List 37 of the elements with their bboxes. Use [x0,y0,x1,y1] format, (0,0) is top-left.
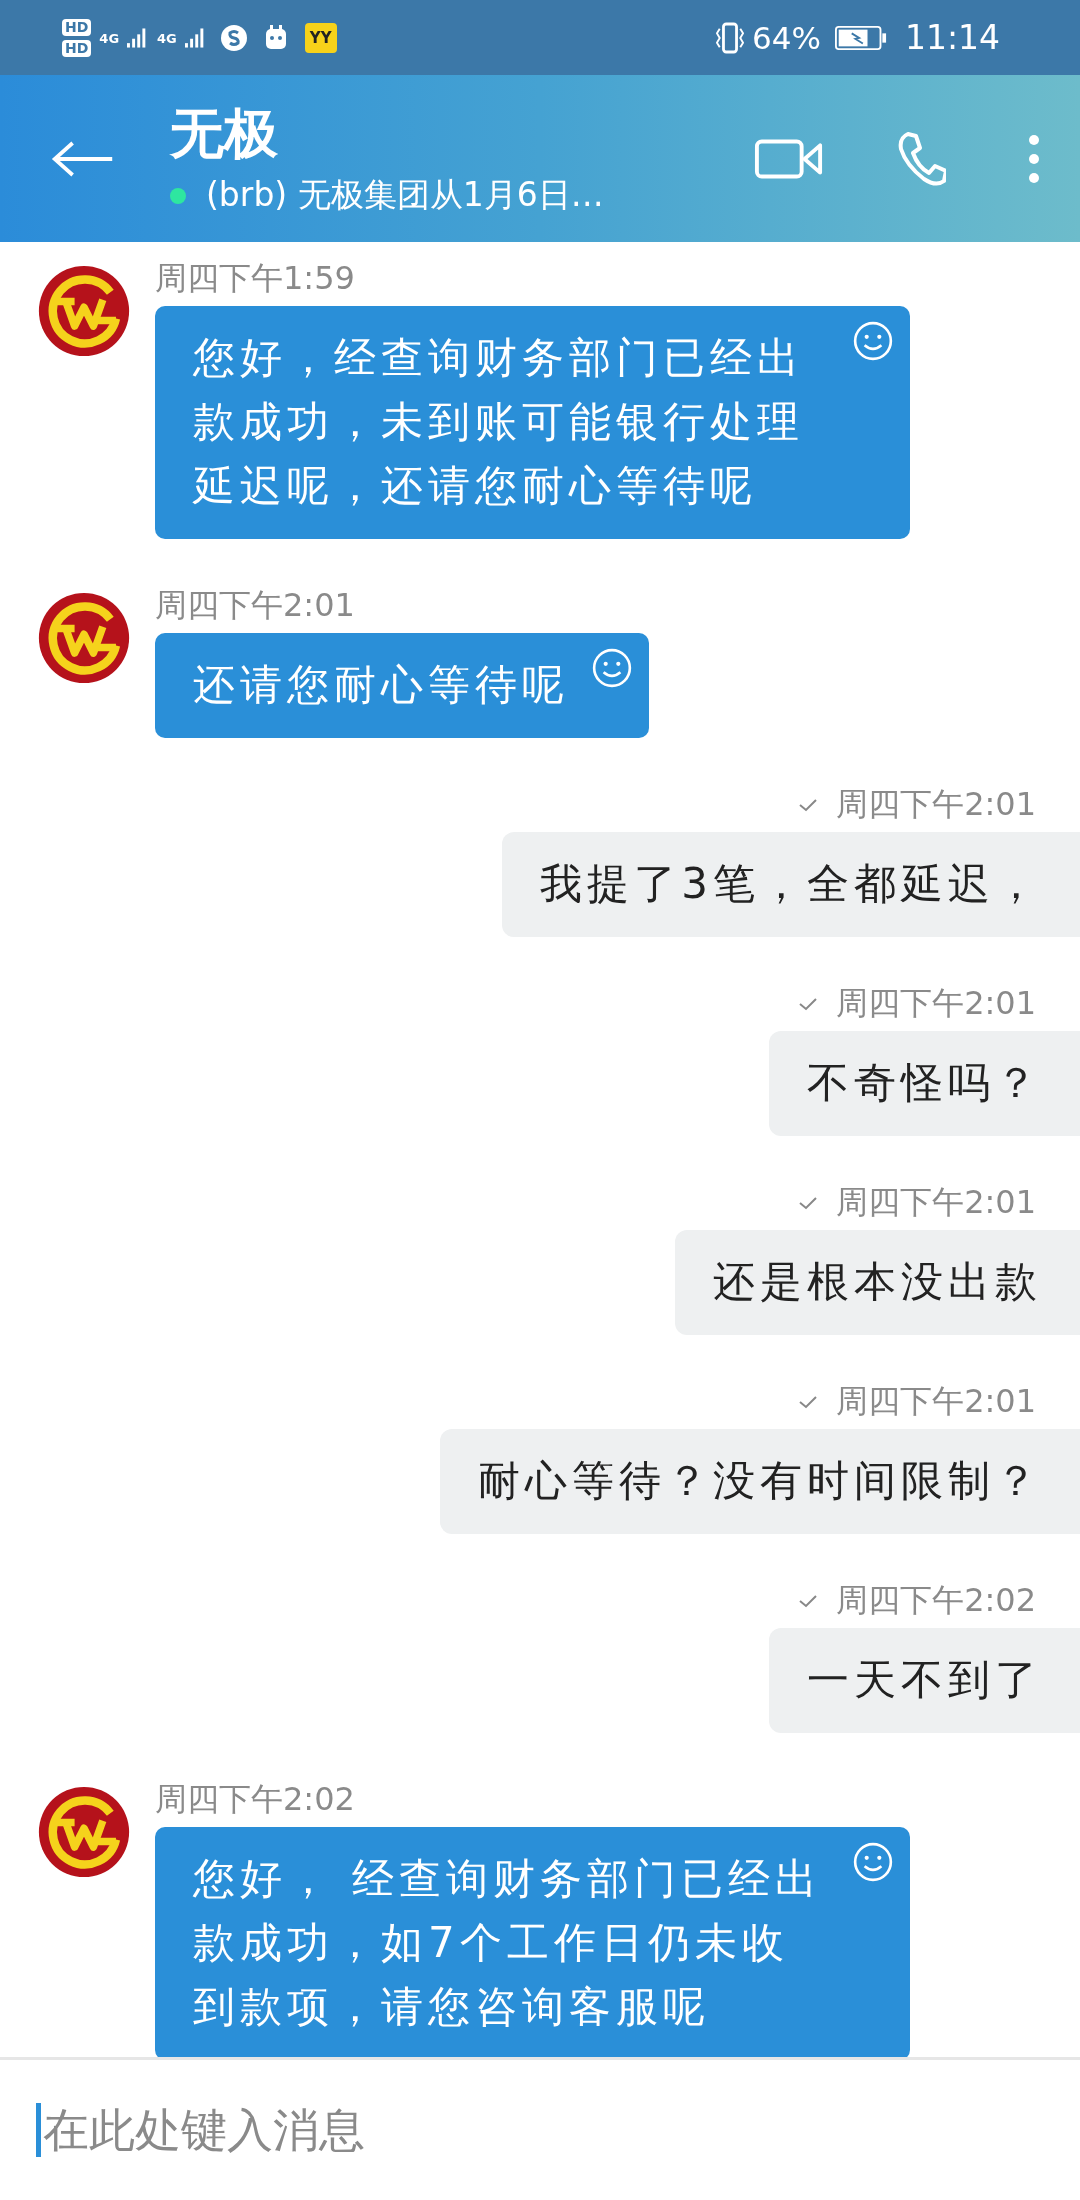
received-message: 您好，经查询财务部门已经出款成功，未到账可能银行处理延迟呢，还请您耐心等待呢 [155,306,910,539]
message-time: 周四下午2:01 [836,983,1036,1024]
sent-message: 一天不到了 [769,1628,1080,1733]
avatar-icon [37,264,131,358]
contact-name: 无极 [170,101,279,167]
message-time: 周四下午2:02 [155,1779,355,1820]
sent-message: 耐心等待？没有时间限制？ [440,1429,1080,1534]
phone-icon[interactable] [896,130,946,187]
network-label: 4G [157,30,177,46]
clock: 11:14 [904,18,1000,57]
network-label: 4G [99,30,120,46]
contact-status: (brb) 无极集团从1月6日… [206,174,604,216]
message-time: 周四下午2:01 [836,1182,1036,1223]
received-message: 您好， 经查询财务部门已经出款成功，如7个工作日仍未收到款项，请您咨询客服呢 [155,1827,910,2057]
vibrate-icon [716,20,744,55]
sent-message: 还是根本没出款 [675,1230,1080,1335]
sent-message: 不奇怪吗？ [769,1031,1080,1136]
battery-percent: 64% [752,19,821,56]
received-message: 还请您耐心等待呢 [155,633,649,738]
sim-label: HD [62,18,92,36]
more-icon[interactable] [1028,133,1040,184]
message-time: 周四下午2:01 [836,784,1036,825]
message-time: 周四下午1:59 [155,258,355,299]
battery-icon [834,24,887,51]
app-badge: YY [304,22,337,53]
avatar-icon [37,1785,131,1879]
chat-app-icon [218,22,249,53]
avatar-icon [37,591,131,685]
sim-label: HD [62,39,92,57]
message-input[interactable]: 在此处键入消息 [36,2103,1044,2157]
emoji-icon[interactable] [852,1841,894,1883]
sent-message: 我提了3笔，全都延迟， [502,832,1080,937]
message-time: 周四下午2:01 [155,585,355,626]
message-time: 周四下午2:02 [836,1580,1036,1621]
emoji-icon[interactable] [852,320,894,362]
emoji-icon[interactable] [591,647,633,689]
message-time: 周四下午2:01 [836,1381,1036,1422]
